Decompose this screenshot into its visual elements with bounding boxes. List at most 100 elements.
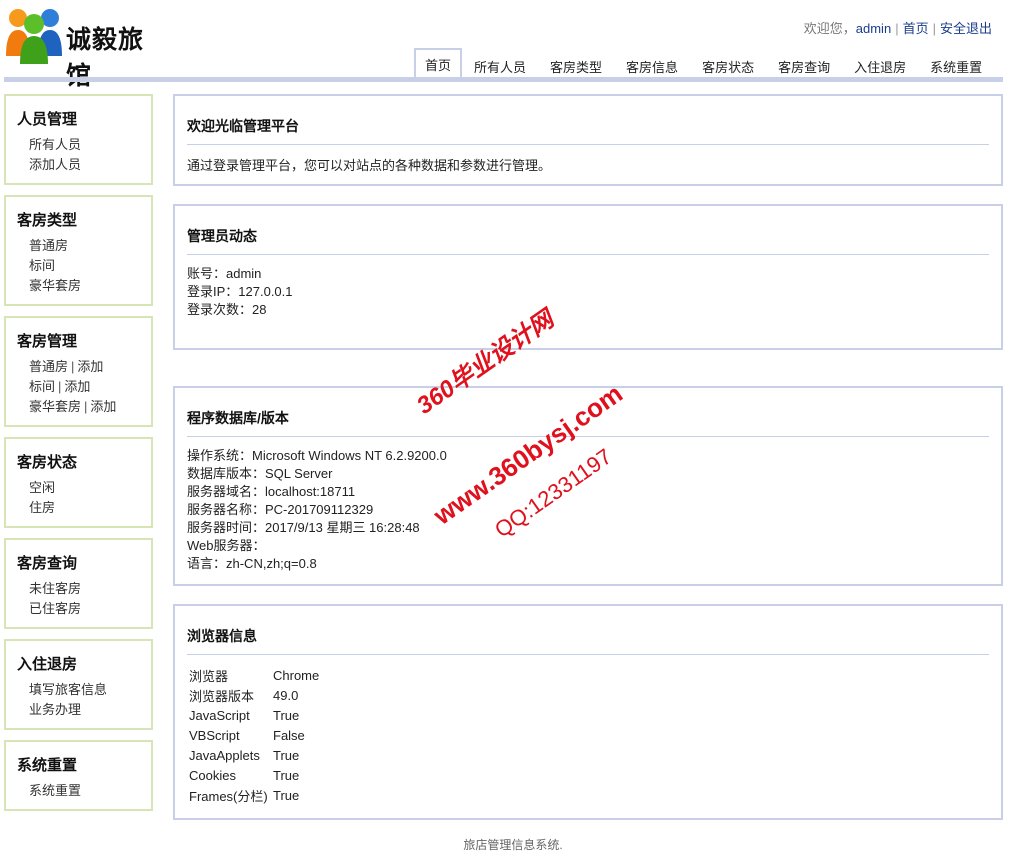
nav-tab-home[interactable]: 首页 [414,48,463,78]
sidebar-section-room-status: 客房状态 空闲 住房 [4,437,153,528]
sidebar-link-manage-twin-room[interactable]: 标间 [29,379,55,394]
sidebar-link-standard-room[interactable]: 普通房 [29,236,141,256]
sidebar-link-deluxe-suite[interactable]: 豪华套房 [29,276,141,296]
sidebar-section-title: 入住退房 [17,656,78,673]
sidebar-section-title: 客房状态 [17,454,78,471]
sidebar-link-all-personnel[interactable]: 所有人员 [29,135,141,155]
database-version-panel: 程序数据库/版本 操作系统：Microsoft Windows NT 6.2.9… [173,386,1003,586]
table-row: 浏览器版本 49.0 [187,685,321,705]
nav-tab-system-reset[interactable]: 系统重置 [918,52,994,78]
browser-info-table: 浏览器 Chrome 浏览器版本 49.0 JavaScript True VBScr… [187,665,321,805]
panel-title: 程序数据库/版本 [187,408,989,437]
table-row: JavaApplets True [187,745,321,765]
welcome-text: 通过登录管理平台，您可以对站点的各种数据和参数进行管理。 [187,158,552,173]
table-row: VBScript False [187,725,321,745]
nav-underline [4,77,1003,82]
panel-title: 管理员动态 [187,226,989,255]
sidebar-link-unoccupied-rooms[interactable]: 未住客房 [29,579,141,599]
sidebar-section-reset: 系统重置 系统重置 [4,740,153,811]
table-value: True [273,707,300,723]
logo: 诚毅旅馆 [4,4,154,90]
home-link[interactable]: 首页 [903,21,929,36]
sidebar-link-business[interactable]: 业务办理 [29,700,141,720]
footer-text: 旅店管理信息系统. [463,838,563,852]
table-value: True [273,767,300,783]
admin-activity-panel: 管理员动态 账号：admin 登录IP：127.0.0.1 登录次数：28 [173,204,1003,350]
table-row: Cookies True [187,765,321,785]
user-bar: 欢迎您，admin | 首页 | 安全退出 [804,18,992,37]
table-value: True [273,747,300,763]
server-language: 语言：zh-CN,zh;q=0.8 [187,556,317,571]
table-key: Frames(分栏) [189,788,268,804]
table-key: VBScript [189,727,240,743]
admin-login-ip: 登录IP：127.0.0.1 [187,284,293,299]
separator: | [84,399,88,414]
username-link[interactable]: admin [856,21,891,36]
browser-info-panel: 浏览器信息 浏览器 Chrome 浏览器版本 49.0 JavaScript True… [173,604,1003,820]
table-row: JavaScript True [187,705,321,725]
table-key: 浏览器版本 [189,688,255,704]
panel-title: 欢迎光临管理平台 [187,116,989,145]
separator: | [71,359,75,374]
server-info: 操作系统：Microsoft Windows NT 6.2.9200.0 数据库… [187,437,989,573]
separator: | [895,21,899,36]
sidebar-row-twin-room: 标间 | 添加 [29,377,141,397]
welcome-label: 欢迎您， [803,21,856,36]
top-nav: 首页 所有人员 客房类型 客房信息 客房状态 客房查询 入住退房 系统重置 [414,48,994,78]
admin-login-count: 登录次数：28 [187,302,267,317]
sidebar-link-vacant[interactable]: 空闲 [29,478,141,498]
sidebar-section-title: 客房管理 [17,333,78,350]
sidebar-link-add-personnel[interactable]: 添加人员 [29,155,141,175]
sidebar-link-add-twin-room[interactable]: 添加 [64,379,90,394]
table-row: 浏览器 Chrome [187,665,321,685]
sidebar-row-standard-room: 普通房 | 添加 [29,357,141,377]
table-key: Cookies [189,767,236,783]
sidebar-section-personnel: 人员管理 所有人员 添加人员 [4,94,153,185]
sidebar-link-manage-standard-room[interactable]: 普通房 [29,359,68,374]
sidebar-section-room-management: 客房管理 普通房 | 添加 标间 | 添加 豪华套房 | 添加 [4,316,153,427]
sidebar-link-twin-room[interactable]: 标间 [29,256,141,276]
server-web: Web服务器： [187,538,266,553]
table-key: 浏览器 [189,668,229,684]
nav-tab-room-types[interactable]: 客房类型 [538,52,614,78]
sidebar-section-checkin: 入住退房 填写旅客信息 业务办理 [4,639,153,730]
sidebar-section-title: 人员管理 [17,111,78,128]
nav-tab-room-query[interactable]: 客房查询 [766,52,842,78]
sidebar-link-system-reset[interactable]: 系统重置 [29,781,141,801]
sidebar-section-room-types: 客房类型 普通房 标间 豪华套房 [4,195,153,306]
server-time: 服务器时间：2017/9/13 星期三 16:28:48 [187,520,420,535]
separator: | [58,379,62,394]
table-key: JavaApplets [189,747,260,763]
server-name: 服务器名称：PC-201709112329 [187,502,374,517]
sidebar-link-occupied-rooms[interactable]: 已住客房 [29,599,141,619]
people-logo-icon [6,9,62,64]
admin-info: 账号：admin 登录IP：127.0.0.1 登录次数：28 [187,255,989,319]
welcome-panel: 欢迎光临管理平台 通过登录管理平台，您可以对站点的各种数据和参数进行管理。 [173,94,1003,186]
sidebar-link-add-standard-room[interactable]: 添加 [77,359,103,374]
table-value: True [273,787,300,803]
sidebar-link-manage-deluxe-suite[interactable]: 豪华套房 [29,399,81,414]
admin-account: 账号：admin [187,266,262,281]
nav-tab-room-info[interactable]: 客房信息 [614,52,690,78]
table-value: 49.0 [273,687,299,703]
sidebar-row-deluxe-suite: 豪华套房 | 添加 [29,397,141,417]
sidebar: 人员管理 所有人员 添加人员 客房类型 普通房 标间 豪华套房 客房管理 普通房… [4,94,153,821]
server-db-version: 数据库版本：SQL Server [187,466,333,481]
sidebar-link-guest-info[interactable]: 填写旅客信息 [29,680,141,700]
sidebar-section-room-query: 客房查询 未住客房 已住客房 [4,538,153,629]
nav-tab-all-personnel[interactable]: 所有人员 [462,52,538,78]
sidebar-section-title: 系统重置 [17,757,78,774]
table-key: JavaScript [189,707,250,723]
table-row: Frames(分栏) True [187,785,321,805]
server-os: 操作系统：Microsoft Windows NT 6.2.9200.0 [187,448,447,463]
sidebar-section-title: 客房类型 [17,212,78,229]
logout-link[interactable]: 安全退出 [940,21,992,36]
nav-tab-checkin[interactable]: 入住退房 [842,52,918,78]
nav-tab-room-status[interactable]: 客房状态 [690,52,766,78]
table-value: Chrome [273,667,320,683]
table-value: False [273,727,305,743]
sidebar-link-occupied[interactable]: 住房 [29,498,141,518]
sidebar-section-title: 客房查询 [17,555,78,572]
panel-title: 浏览器信息 [187,626,989,655]
sidebar-link-add-deluxe-suite[interactable]: 添加 [90,399,116,414]
